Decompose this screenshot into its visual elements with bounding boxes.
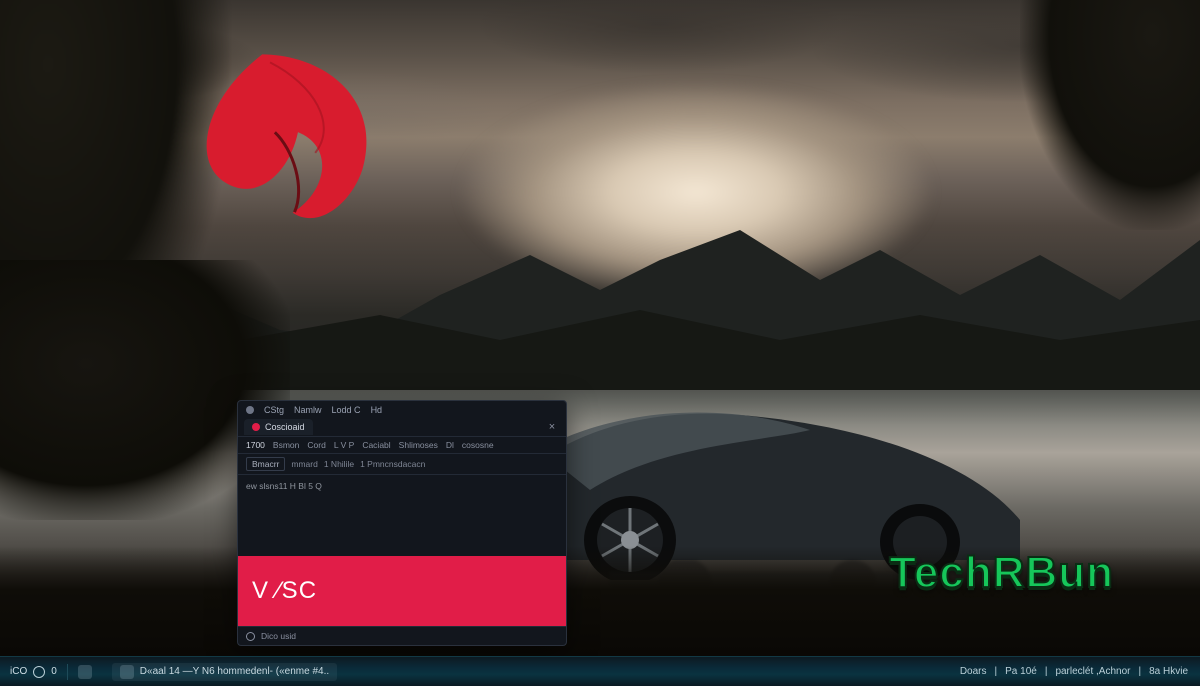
watermark-logo: TechRBun [889, 548, 1114, 598]
tray-text-4: 8a Hkvie [1149, 666, 1188, 677]
quicklaunch-icon-1[interactable] [78, 665, 92, 679]
menu-item-1[interactable]: CStg [264, 405, 284, 415]
tab-active[interactable]: Coscioaid [244, 419, 313, 435]
tab-close-button[interactable]: × [544, 421, 560, 433]
taskbar-tray[interactable]: Doars | Pa 10é | parleclét ,Achnor | 8a … [948, 666, 1200, 677]
toolbar-item-7[interactable]: cososne [462, 440, 494, 450]
menu-item-2[interactable]: Namlw [294, 405, 322, 415]
tab-favicon-icon [252, 423, 260, 431]
toolbar-item-6[interactable]: Dl [446, 440, 454, 450]
brand-splash: V ⁄SC [238, 556, 566, 626]
window-menu-bar[interactable]: CStg Namlw Lodd C Hd [238, 401, 566, 417]
toolbar-item-2[interactable]: Cord [307, 440, 325, 450]
window-footer: Dico usid [238, 626, 566, 645]
tray-sep-2: | [1045, 666, 1048, 677]
toolbar-item-1[interactable]: Bsmon [273, 440, 299, 450]
footer-label: Dico usid [261, 631, 296, 641]
toolbar-item-5[interactable]: Shlimoses [399, 440, 438, 450]
tray-text-2: Pa 10é [1005, 666, 1037, 677]
taskbar-quicklaunch[interactable] [68, 657, 102, 686]
sub-toolbar: Bmacrr mmard 1 Nhilile 1 Pmncnsdacacn [238, 454, 566, 475]
footer-status-icon [246, 632, 255, 641]
tray-sep-1: | [995, 666, 998, 677]
brand-text: V ⁄SC [252, 577, 317, 605]
subbar-field[interactable]: Bmacrr [246, 457, 285, 471]
start-label: iCO [10, 666, 27, 677]
taskbar-app-caption: D«aal 14 —Y N6 hommedenl- («enme #4.. [140, 666, 329, 677]
taskbar-apps: D«aal 14 —Y N6 hommedenl- («enme #4.. [102, 657, 347, 686]
window-body: ew slsns11 H Bl 5 Q [238, 475, 566, 554]
subbar-label-3: 1 Pmncnsdacacn [360, 459, 425, 469]
desktop-wallpaper: CStg Namlw Lodd C Hd Coscioaid × 1700 Bs… [0, 0, 1200, 686]
toolbar-item-3[interactable]: L V P [334, 440, 354, 450]
wallpaper-tree-right [1020, 0, 1200, 230]
toolbar-item-4[interactable]: Caciabl [362, 440, 390, 450]
toolbar-number: 1700 [246, 440, 265, 450]
tab-title: Coscioaid [265, 422, 305, 432]
menu-item-3[interactable]: Lodd C [332, 405, 361, 415]
taskbar-app-icon [120, 665, 134, 679]
tray-text-3: parleclét ,Achnor [1055, 666, 1130, 677]
body-line: ew slsns11 H Bl 5 Q [246, 481, 322, 491]
toolbar: 1700 Bsmon Cord L V P Caciabl Shlimoses … [238, 437, 566, 454]
subbar-label-1: mmard [291, 459, 317, 469]
tab-bar[interactable]: Coscioaid × [238, 417, 566, 437]
tray-text-1: Doars [960, 666, 987, 677]
window-menu-icon [246, 406, 254, 414]
start-circle-icon [33, 666, 45, 678]
subbar-label-2: 1 Nhilile [324, 459, 354, 469]
menu-item-4[interactable]: Hd [371, 405, 383, 415]
start-number: 0 [51, 666, 57, 677]
app-window[interactable]: CStg Namlw Lodd C Hd Coscioaid × 1700 Bs… [237, 400, 567, 646]
taskbar-start[interactable]: iCO 0 [0, 657, 67, 686]
tray-sep-3: | [1138, 666, 1141, 677]
taskbar-app-button[interactable]: D«aal 14 —Y N6 hommedenl- («enme #4.. [112, 663, 337, 681]
taskbar[interactable]: iCO 0 D«aal 14 —Y N6 hommedenl- («enme #… [0, 656, 1200, 686]
